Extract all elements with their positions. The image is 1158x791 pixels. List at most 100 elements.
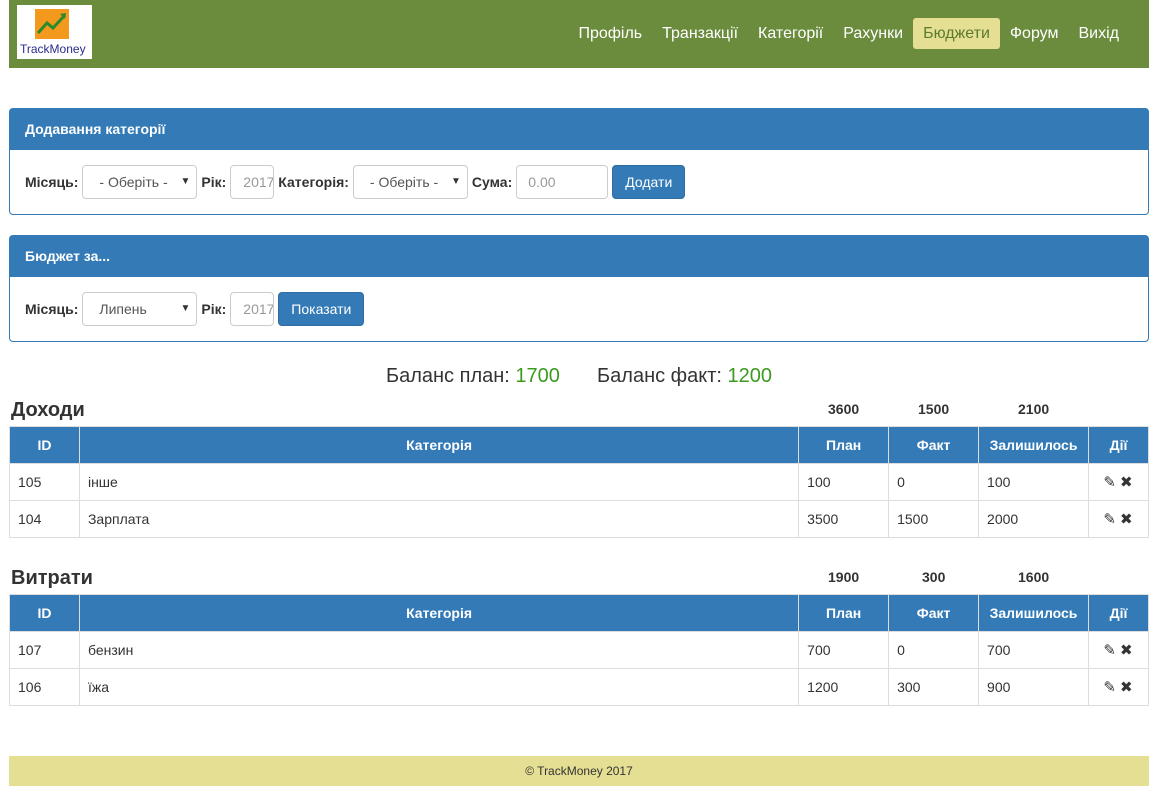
year-label: Рік: bbox=[201, 301, 227, 317]
income-table: ID Категорія План Факт Залишилось Дії 10… bbox=[9, 426, 1149, 538]
expenses-title: Витрати bbox=[11, 567, 93, 589]
category-select-value: - Оберіть - bbox=[369, 174, 439, 190]
cell-actions: ✎ ✖ bbox=[1088, 668, 1149, 706]
cell-left: 100 bbox=[978, 463, 1090, 501]
cell-fact: 0 bbox=[888, 631, 980, 669]
cell-left: 2000 bbox=[978, 500, 1090, 538]
budget-month-select[interactable]: Липень ▼ bbox=[82, 292, 198, 326]
delete-icon[interactable]: ✖ bbox=[1120, 510, 1133, 528]
cell-plan: 3500 bbox=[798, 500, 890, 538]
budget-period-panel: Бюджет за... Місяць: Липень ▼ Рік: 2017 … bbox=[9, 235, 1149, 342]
add-category-form: Місяць: - Оберіть - ▼ Рік: 2017 Категорі… bbox=[25, 165, 686, 199]
col-category: Категорія bbox=[78, 594, 800, 632]
month-label: Місяць: bbox=[25, 301, 79, 317]
logo[interactable]: TrackMoney bbox=[17, 5, 92, 59]
cell-left: 700 bbox=[978, 631, 1089, 669]
expenses-table: ID Категорія План Факт Залишилось Дії 10… bbox=[9, 594, 1149, 706]
nav-item-budgets[interactable]: Бюджети bbox=[913, 18, 1000, 49]
logo-text: TrackMoney bbox=[20, 42, 86, 56]
footer: © TrackMoney 2017 bbox=[9, 756, 1149, 786]
table-row: 104 Зарплата 3500 1500 2000 ✎ ✖ bbox=[9, 500, 1149, 538]
month-select[interactable]: - Оберіть - ▼ bbox=[82, 165, 198, 199]
col-actions: Дії bbox=[1088, 594, 1149, 632]
cell-category: Зарплата bbox=[78, 500, 800, 538]
cell-actions: ✎ ✖ bbox=[1088, 463, 1149, 501]
balance-plan-value: 1700 bbox=[515, 365, 560, 387]
caret-down-icon: ▼ bbox=[180, 303, 191, 314]
delete-icon[interactable]: ✖ bbox=[1120, 641, 1133, 659]
income-title: Доходи bbox=[11, 399, 85, 421]
sum-input[interactable]: 0.00 bbox=[516, 165, 609, 199]
cell-category: їжа bbox=[78, 668, 800, 706]
nav-item-transactions[interactable]: Транзакції bbox=[652, 18, 748, 49]
expenses-total-fact: 300 bbox=[922, 569, 946, 585]
cell-fact: 1500 bbox=[888, 500, 980, 538]
income-total-left: 2100 bbox=[1018, 401, 1050, 417]
cell-fact: 300 bbox=[888, 668, 980, 706]
cell-category: інше bbox=[78, 463, 800, 501]
balance-summary: Баланс план: 1700 Баланс факт: 1200 bbox=[0, 365, 1158, 388]
nav-item-profile[interactable]: Профіль bbox=[568, 18, 652, 49]
caret-down-icon: ▼ bbox=[451, 176, 461, 187]
budget-period-panel-title: Бюджет за... bbox=[10, 236, 1148, 277]
category-label: Категорія: bbox=[278, 174, 349, 190]
col-id: ID bbox=[9, 594, 80, 632]
nav-item-logout[interactable]: Вихід bbox=[1069, 18, 1130, 49]
col-fact: Факт bbox=[888, 426, 980, 464]
col-left: Залишилось bbox=[978, 426, 1090, 464]
cell-plan: 1200 bbox=[798, 668, 890, 706]
delete-icon[interactable]: ✖ bbox=[1120, 678, 1133, 696]
cell-category: бензин bbox=[78, 631, 800, 669]
year-label: Рік: bbox=[201, 174, 227, 190]
cell-id: 107 bbox=[9, 631, 80, 669]
nav-item-accounts[interactable]: Рахунки bbox=[833, 18, 913, 49]
month-label: Місяць: bbox=[25, 174, 79, 190]
edit-icon[interactable]: ✎ bbox=[1103, 641, 1116, 659]
budget-month-value: Липень bbox=[99, 301, 147, 317]
delete-icon[interactable]: ✖ bbox=[1120, 473, 1133, 491]
caret-down-icon: ▼ bbox=[180, 176, 191, 187]
balance-plan-label: Баланс план: bbox=[385, 365, 510, 387]
col-category: Категорія bbox=[78, 426, 800, 464]
add-button[interactable]: Додати bbox=[612, 165, 686, 199]
balance-fact-value: 1200 bbox=[727, 365, 773, 387]
nav-item-categories[interactable]: Категорії bbox=[748, 18, 833, 49]
col-id: ID bbox=[9, 426, 80, 464]
add-category-panel-title: Додавання категорії bbox=[10, 109, 1148, 150]
cell-id: 104 bbox=[9, 500, 80, 538]
sum-label: Сума: bbox=[471, 174, 513, 190]
month-select-value: - Оберіть - bbox=[99, 174, 168, 190]
cell-id: 106 bbox=[9, 668, 80, 706]
year-input[interactable]: 2017 bbox=[230, 165, 275, 199]
cell-fact: 0 bbox=[888, 463, 980, 501]
cell-actions: ✎ ✖ bbox=[1088, 500, 1149, 538]
budget-year-input[interactable]: 2017 bbox=[230, 292, 275, 326]
col-actions: Дії bbox=[1088, 426, 1149, 464]
income-total-plan: 3600 bbox=[828, 401, 860, 417]
col-fact: Факт bbox=[888, 594, 980, 632]
table-header-row: ID Категорія План Факт Залишилось Дії bbox=[9, 594, 1149, 632]
cell-actions: ✎ ✖ bbox=[1088, 631, 1149, 669]
table-row: 105 інше 100 0 100 ✎ ✖ bbox=[9, 463, 1149, 501]
col-plan: План bbox=[798, 426, 890, 464]
col-left: Залишилось bbox=[978, 594, 1089, 632]
expenses-total-plan: 1900 bbox=[828, 569, 860, 585]
table-header-row: ID Категорія План Факт Залишилось Дії bbox=[9, 426, 1149, 464]
budget-period-form: Місяць: Липень ▼ Рік: 2017 Показати bbox=[25, 292, 365, 326]
balance-fact-label: Баланс факт: bbox=[597, 365, 722, 387]
show-button[interactable]: Показати bbox=[278, 292, 365, 326]
cell-id: 105 bbox=[9, 463, 80, 501]
edit-icon[interactable]: ✎ bbox=[1103, 510, 1116, 528]
table-row: 106 їжа 1200 300 900 ✎ ✖ bbox=[9, 668, 1149, 706]
table-row: 107 бензин 700 0 700 ✎ ✖ bbox=[9, 631, 1149, 669]
edit-icon[interactable]: ✎ bbox=[1103, 473, 1116, 491]
cell-plan: 700 bbox=[798, 631, 890, 669]
cell-plan: 100 bbox=[798, 463, 890, 501]
nav-item-forum[interactable]: Форум bbox=[1000, 18, 1069, 49]
chart-logo-icon bbox=[35, 9, 69, 39]
add-category-panel: Додавання категорії Місяць: - Оберіть - … bbox=[9, 108, 1149, 215]
edit-icon[interactable]: ✎ bbox=[1103, 678, 1116, 696]
category-select[interactable]: - Оберіть - ▼ bbox=[352, 165, 468, 199]
navbar: TrackMoney Профіль Транзакції Категорії … bbox=[9, 0, 1149, 68]
main-nav: Профіль Транзакції Категорії Рахунки Бюд… bbox=[568, 18, 1129, 49]
